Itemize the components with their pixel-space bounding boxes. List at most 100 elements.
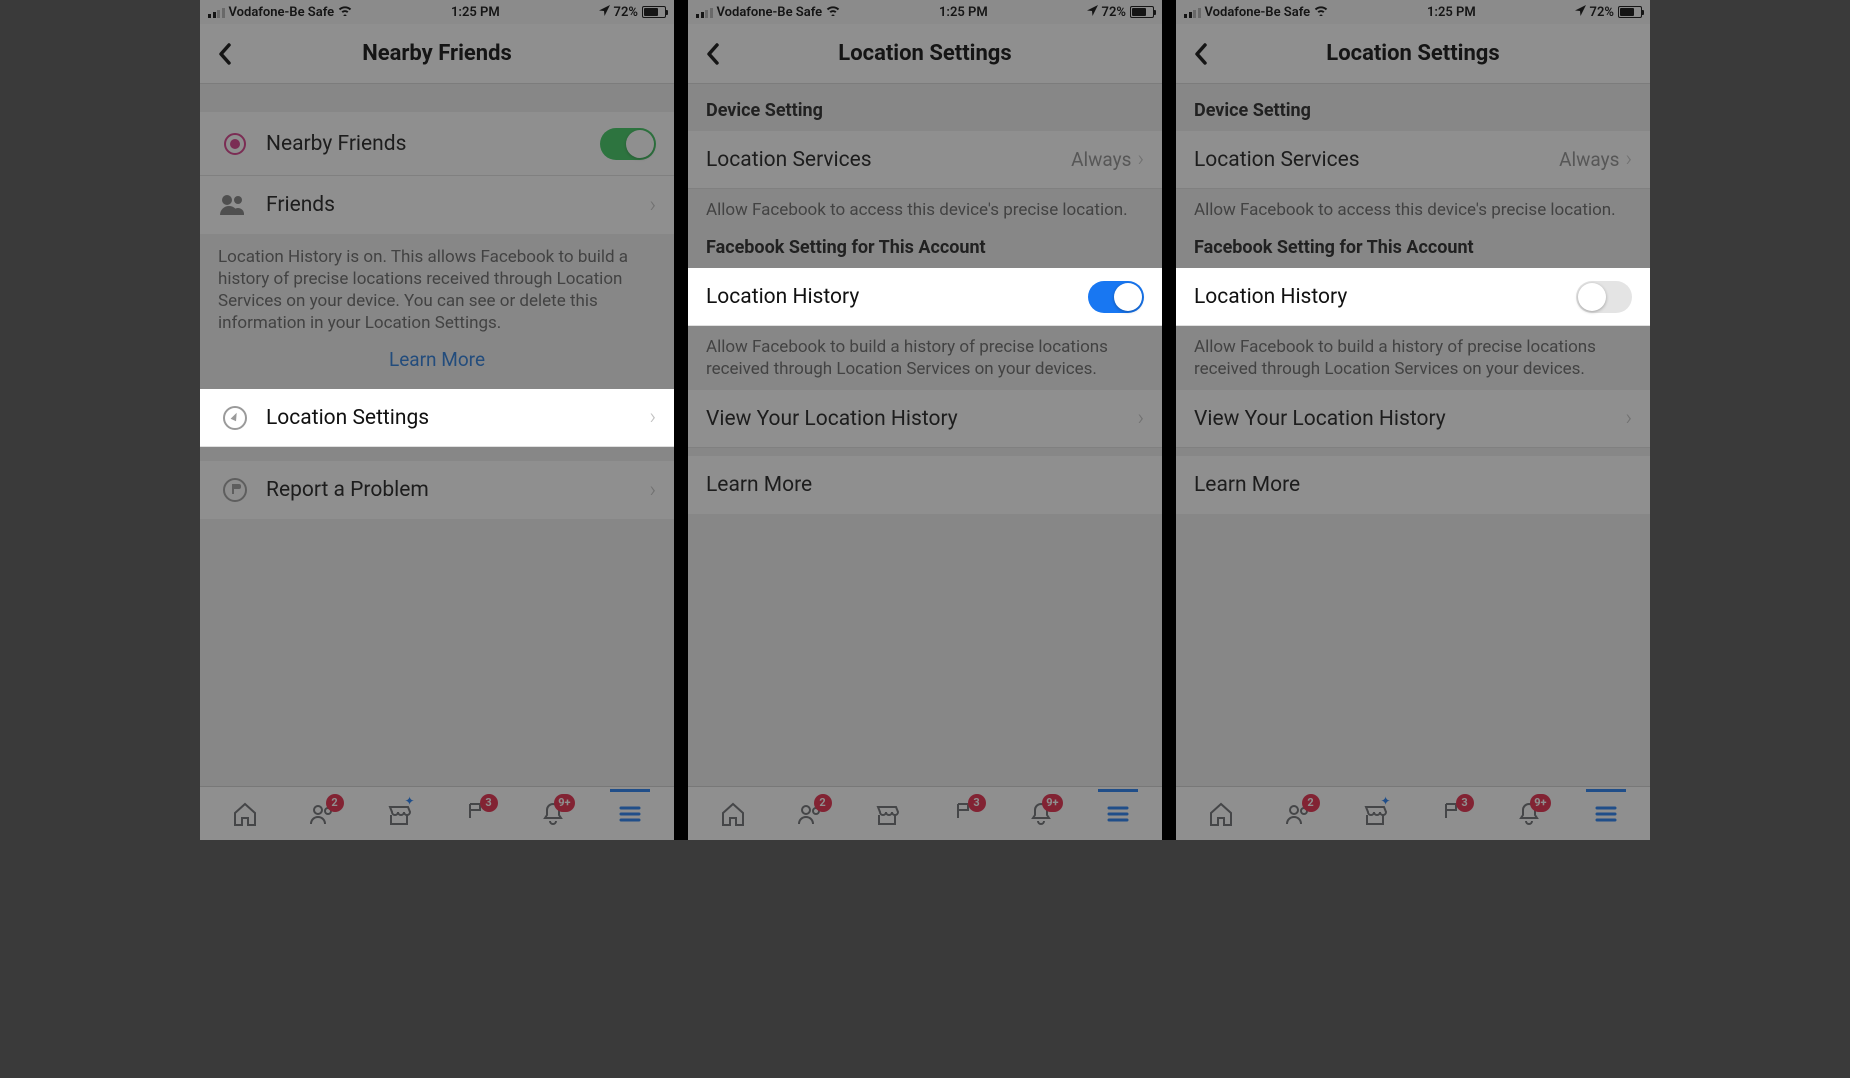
location-settings-row[interactable]: Location Settings › [200,389,674,447]
nav-header: Nearby Friends [200,24,674,84]
tab-notifications[interactable]: 9+ [1507,792,1551,836]
friends-row[interactable]: Friends › [200,176,674,234]
tab-home[interactable] [223,792,267,836]
device-setting-header: Device Setting [1176,84,1650,131]
target-icon [218,127,252,161]
friends-label: Friends [266,193,649,217]
location-icon [1087,5,1098,19]
friends-icon [218,188,252,222]
location-services-value: Always [1071,148,1131,171]
location-history-toggle[interactable] [1088,281,1144,313]
tab-groups[interactable]: 3 [454,792,498,836]
tab-notifications-badge: 9+ [1042,794,1062,812]
tab-friends[interactable]: 2 [788,792,832,836]
chevron-right-icon: › [1137,406,1144,431]
content-area: Nearby Friends Friends › Location Histor… [200,84,674,786]
location-history-info: Location History is on. This allows Face… [200,234,674,340]
history-desc: Allow Facebook to build a history of pre… [688,326,1162,390]
location-history-row[interactable]: Location History [688,268,1162,326]
location-services-label: Location Services [1194,148,1559,172]
tab-menu[interactable] [1096,792,1140,836]
page-title: Location Settings [688,41,1162,66]
report-problem-row[interactable]: Report a Problem › [200,461,674,519]
tab-groups-badge: 3 [1456,794,1474,812]
fb-setting-header: Facebook Setting for This Account [688,231,1162,268]
location-history-toggle[interactable] [1576,281,1632,313]
screen-nearby-friends: Vodafone-Be Safe 1:25 PM 72% Nearby Fr [200,0,674,840]
report-problem-label: Report a Problem [266,478,649,502]
signal-icon [208,6,225,18]
location-services-row[interactable]: Location Services Always › [1176,131,1650,189]
compass-icon [218,401,252,435]
tab-friends-badge: 2 [326,794,344,812]
screen-location-settings-off: Vodafone-Be Safe 1:25 PM 72% Location Se… [1176,0,1650,840]
screen-location-settings-on: Vodafone-Be Safe 1:25 PM 72% Location Se… [688,0,1162,840]
report-icon [218,473,252,507]
nav-header: Location Settings [688,24,1162,84]
status-bar: Vodafone-Be Safe 1:25 PM 72% [1176,0,1650,24]
view-history-row[interactable]: View Your Location History › [1176,390,1650,448]
tab-groups[interactable]: 3 [1430,792,1474,836]
tab-friends-badge: 2 [1302,794,1320,812]
device-setting-header: Device Setting [688,84,1162,131]
status-bar: Vodafone-Be Safe 1:25 PM 72% [200,0,674,24]
tab-groups-badge: 3 [480,794,498,812]
content-area: Device Setting Location Services Always … [688,84,1162,786]
wifi-icon [338,5,352,19]
nearby-friends-toggle[interactable] [600,128,656,160]
battery-pct-label: 72% [614,5,638,20]
location-history-row[interactable]: Location History [1176,268,1650,326]
tab-groups-badge: 3 [968,794,986,812]
status-right: 72% [599,5,666,20]
signal-icon [1184,6,1201,18]
tab-marketplace[interactable]: ✦ [377,792,421,836]
location-history-label: Location History [1194,285,1576,309]
wifi-icon [826,5,840,19]
tab-marketplace[interactable] [865,792,909,836]
tab-notifications-badge: 9+ [554,794,574,812]
battery-icon [1130,6,1154,18]
page-title: Location Settings [1176,41,1650,66]
signal-icon [696,6,713,18]
location-icon [1575,5,1586,19]
tab-marketplace[interactable]: ✦ [1353,792,1397,836]
tab-notifications[interactable]: 9+ [531,792,575,836]
learn-more-row[interactable]: Learn More [688,456,1162,514]
three-panel-row: Vodafone-Be Safe 1:25 PM 72% Nearby Fr [200,0,1650,840]
nav-header: Location Settings [1176,24,1650,84]
view-history-row[interactable]: View Your Location History › [688,390,1162,448]
tab-friends[interactable]: 2 [1276,792,1320,836]
chevron-right-icon: › [1625,406,1632,431]
device-desc: Allow Facebook to access this device's p… [688,189,1162,231]
tab-groups[interactable]: 3 [942,792,986,836]
status-bar: Vodafone-Be Safe 1:25 PM 72% [688,0,1162,24]
chevron-right-icon: › [649,478,656,503]
location-services-row[interactable]: Location Services Always › [688,131,1162,189]
clock-label: 1:25 PM [1427,5,1476,20]
clock-label: 1:25 PM [451,5,500,20]
tab-bar: 2 ✦ 3 9+ [1176,786,1650,840]
sparkle-icon: ✦ [404,794,414,808]
tab-bar: 2 3 9+ [688,786,1162,840]
tab-home[interactable] [1199,792,1243,836]
carrier-label: Vodafone-Be Safe [229,5,335,20]
chevron-right-icon: › [1137,147,1144,172]
learn-more-link[interactable]: Learn More [200,340,674,389]
learn-more-label: Learn More [1194,473,1632,497]
learn-more-label: Learn More [706,473,1144,497]
tab-notifications-badge: 9+ [1530,794,1550,812]
history-desc: Allow Facebook to build a history of pre… [1176,326,1650,390]
sparkle-icon: ✦ [1380,794,1390,808]
nearby-friends-row[interactable]: Nearby Friends [200,112,674,176]
chevron-right-icon: › [649,193,656,218]
clock-label: 1:25 PM [939,5,988,20]
nearby-friends-label: Nearby Friends [266,132,600,156]
tab-home[interactable] [711,792,755,836]
tab-menu[interactable] [608,792,652,836]
tab-menu[interactable] [1584,792,1628,836]
tab-friends[interactable]: 2 [300,792,344,836]
tab-notifications[interactable]: 9+ [1019,792,1063,836]
learn-more-row[interactable]: Learn More [1176,456,1650,514]
carrier-label: Vodafone-Be Safe [717,5,823,20]
location-services-label: Location Services [706,148,1071,172]
